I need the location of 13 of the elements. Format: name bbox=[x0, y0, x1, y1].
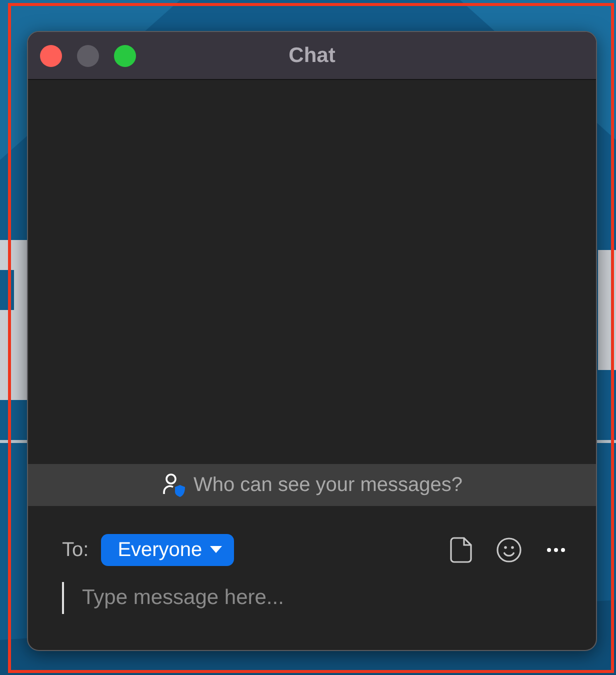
file-icon[interactable] bbox=[450, 537, 472, 563]
to-label: To: bbox=[62, 538, 89, 563]
user-shield-icon bbox=[161, 472, 188, 498]
close-button[interactable] bbox=[40, 44, 62, 66]
message-input[interactable]: Type message here... bbox=[62, 582, 522, 614]
notice-text: Who can see your messages? bbox=[193, 473, 463, 498]
notice-bar[interactable]: Who can see your messages? bbox=[28, 464, 596, 506]
window-title: Chat bbox=[288, 44, 336, 67]
zoom-button[interactable] bbox=[114, 44, 136, 66]
recipient-dropdown[interactable]: Everyone bbox=[100, 534, 234, 566]
caret-icon bbox=[210, 546, 222, 554]
emoji-icon[interactable] bbox=[496, 537, 522, 563]
more-icon[interactable] bbox=[546, 547, 566, 553]
